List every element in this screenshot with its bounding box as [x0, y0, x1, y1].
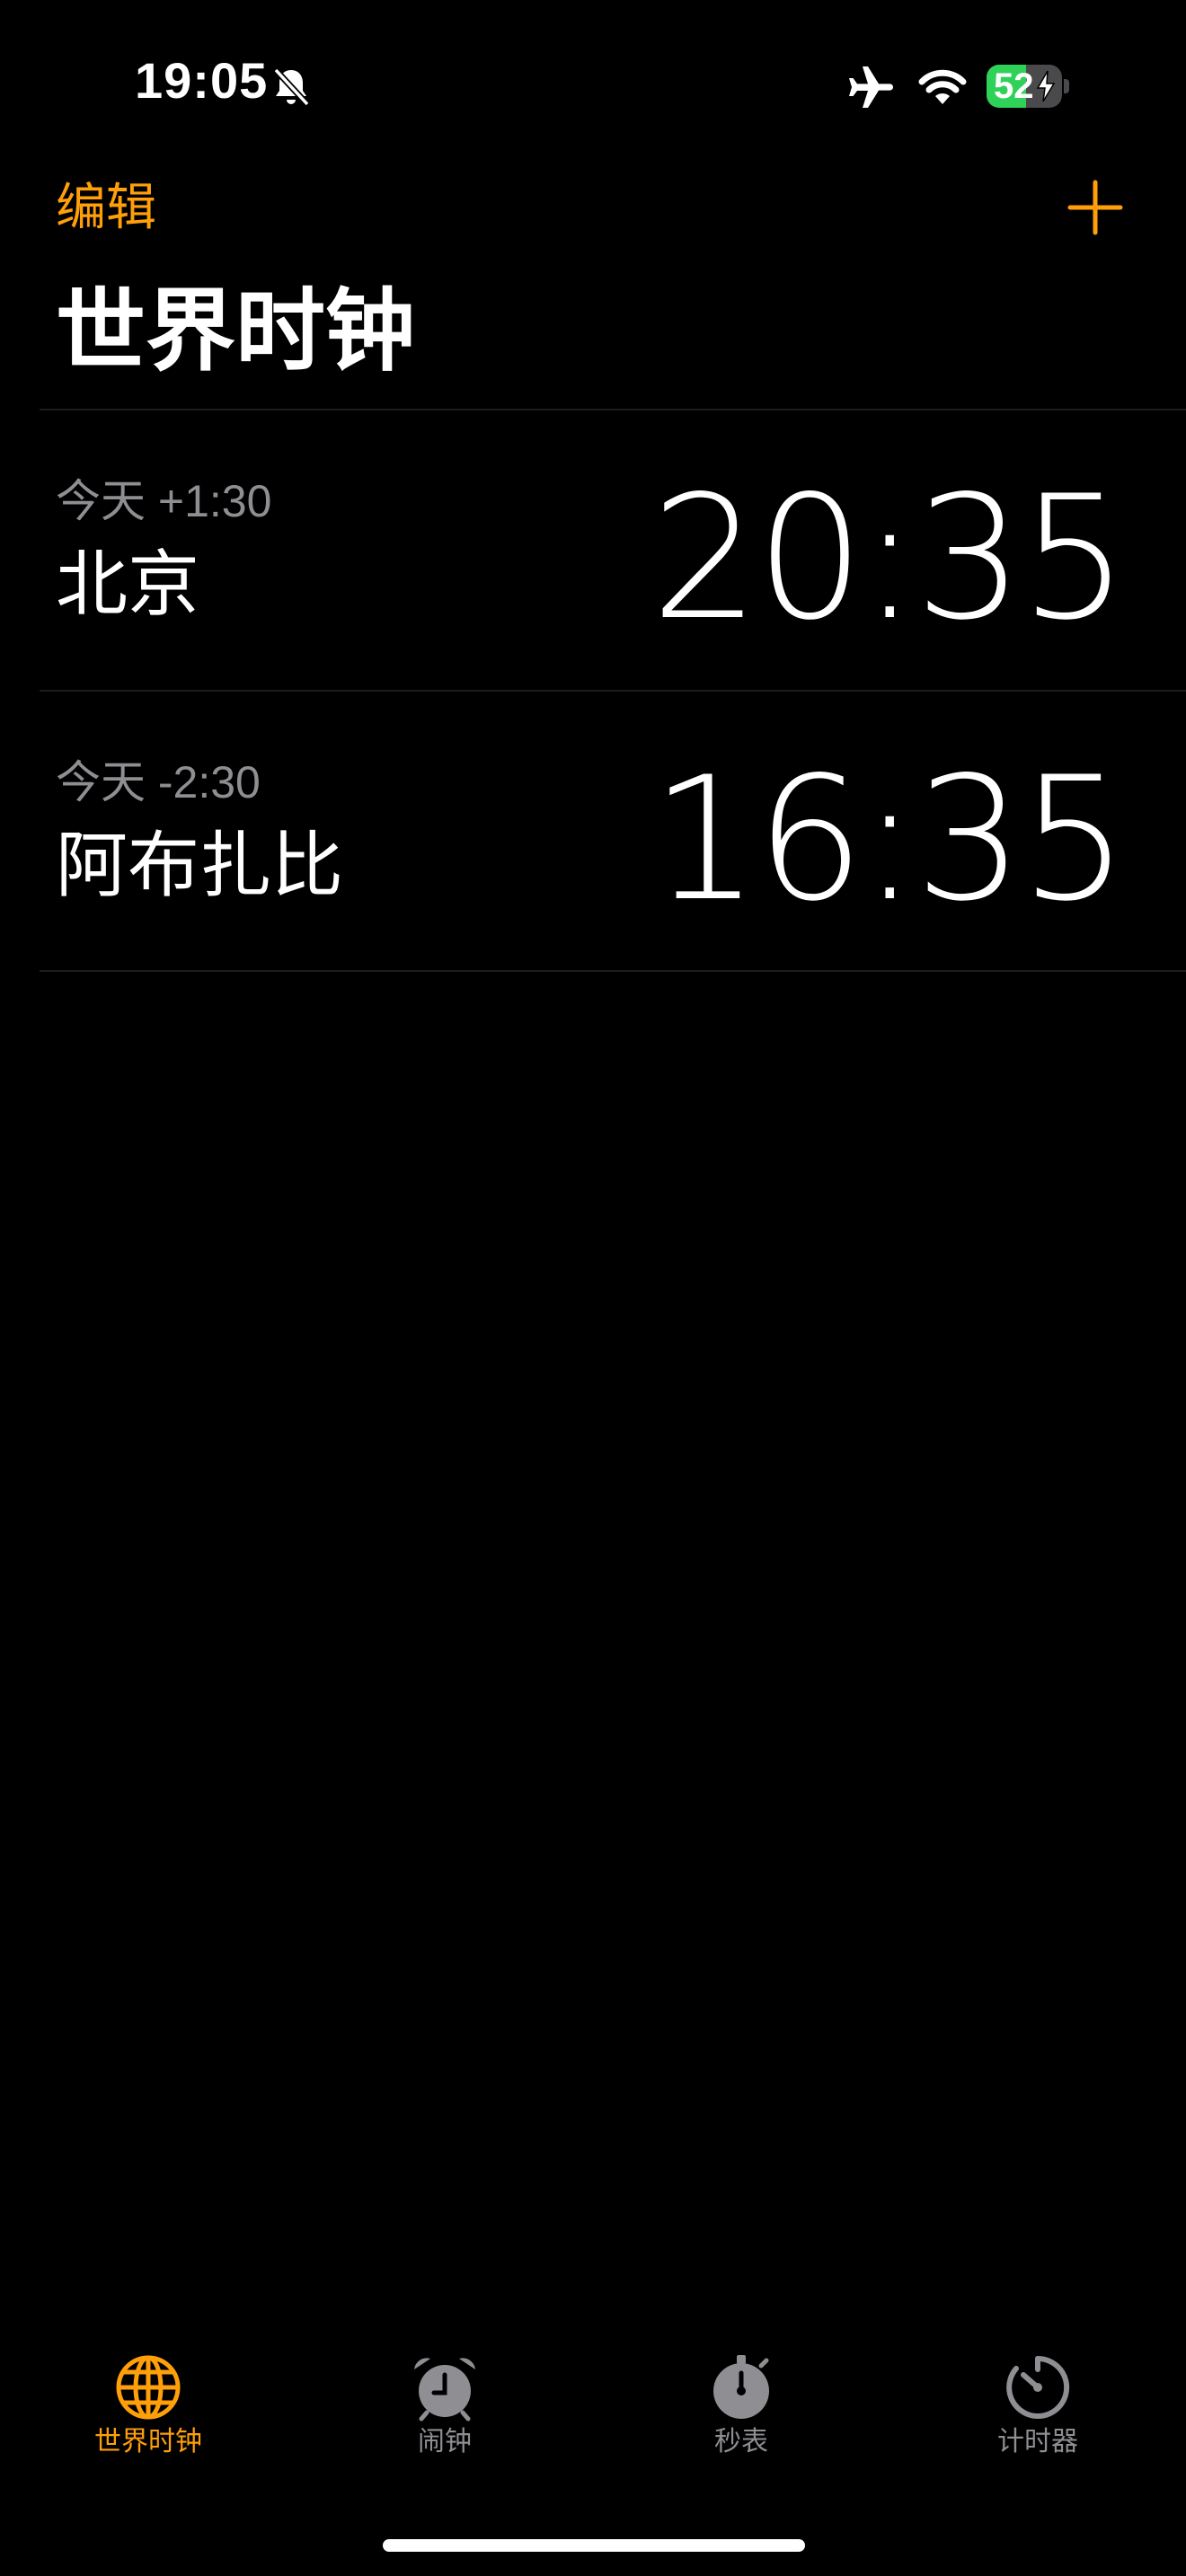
bell-off-icon — [273, 67, 310, 107]
tab-label: 世界时钟 — [94, 2427, 202, 2457]
city-name: 阿布扎比 — [56, 825, 343, 905]
alarm-clock-icon — [414, 2358, 475, 2422]
tab-timer[interactable]: 计时器 — [890, 2353, 1186, 2488]
city-time: 20:35 — [651, 459, 1128, 657]
time-offset-label: 今天 +1:30 — [56, 476, 272, 526]
status-time: 19:05 — [135, 52, 269, 109]
city-name: 北京 — [56, 544, 199, 624]
time-offset-label: 今天 -2:30 — [56, 757, 261, 807]
world-clock-row[interactable]: 今天 -2:30 阿布扎比 16:35 — [0, 692, 1186, 970]
airplane-icon — [849, 66, 893, 108]
tab-label: 计时器 — [997, 2427, 1078, 2457]
tab-alarm[interactable]: 闹钟 — [296, 2353, 593, 2488]
city-time: 16:35 — [651, 740, 1128, 939]
plus-icon — [1067, 180, 1123, 235]
timer-icon — [1006, 2355, 1070, 2419]
stopwatch-icon — [713, 2355, 769, 2419]
globe-icon — [116, 2355, 181, 2420]
tab-world-clock[interactable]: 世界时钟 — [0, 2353, 296, 2488]
add-clock-button[interactable] — [1067, 180, 1123, 235]
edit-button[interactable]: 编辑 — [56, 180, 156, 235]
tab-label: 秒表 — [714, 2427, 768, 2457]
tab-label: 闹钟 — [418, 2427, 472, 2457]
list-separator — [40, 970, 1186, 972]
wifi-icon — [918, 69, 967, 104]
world-clock-row[interactable]: 今天 +1:30 北京 20:35 — [0, 410, 1186, 689]
home-indicator[interactable] — [383, 2539, 805, 2552]
charging-bolt-icon — [1036, 70, 1056, 102]
battery-indicator: 52 — [987, 65, 1069, 108]
tab-stopwatch[interactable]: 秒表 — [593, 2353, 890, 2488]
page-title: 世界时钟 — [56, 281, 415, 382]
